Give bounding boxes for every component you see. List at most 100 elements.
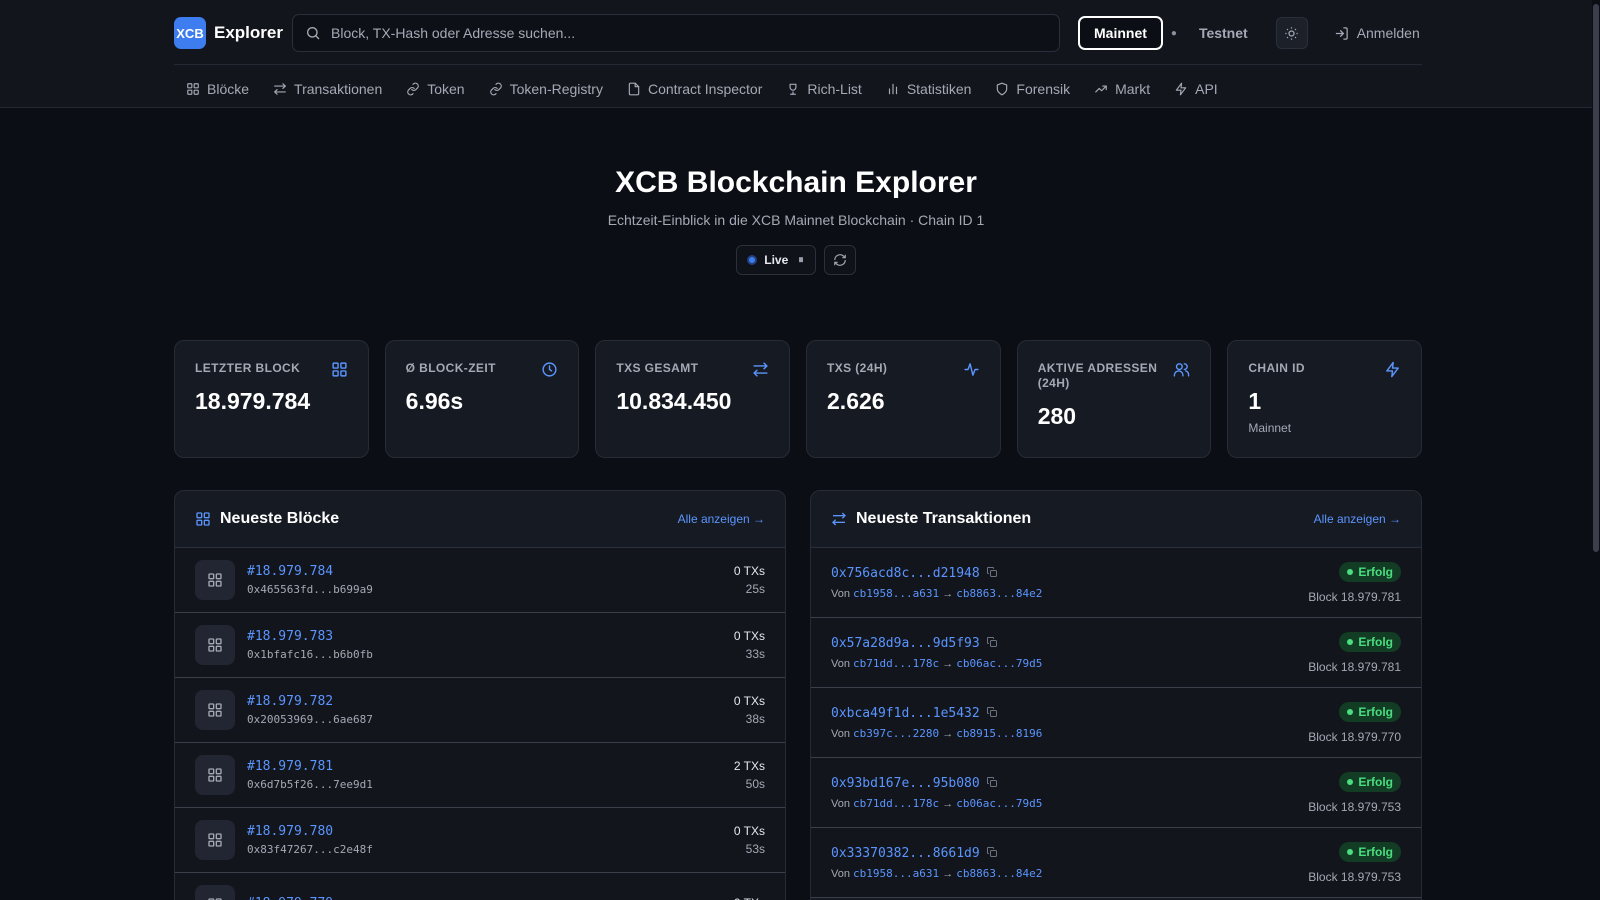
- copy-button[interactable]: [986, 705, 998, 721]
- nav-item-api[interactable]: API: [1162, 74, 1230, 104]
- live-controls: Live ⏸: [0, 245, 1592, 275]
- tx-from-address[interactable]: cb397c...2280: [853, 727, 939, 740]
- block-age: 38s: [745, 712, 765, 726]
- block-row[interactable]: #18.979.781 0x6d7b5f26...7ee9d1 2 TXs 50s: [175, 743, 785, 808]
- tx-hash-link[interactable]: 0x756acd8c...d21948: [831, 566, 980, 581]
- brand-name[interactable]: Explorer: [214, 23, 292, 43]
- blocks-view-all-link[interactable]: Alle anzeigen →: [678, 512, 765, 526]
- nav-item-bl-cke[interactable]: Blöcke: [174, 74, 261, 104]
- live-toggle-button[interactable]: Live ⏸: [736, 245, 816, 275]
- block-number-link[interactable]: #18.979.782: [247, 694, 373, 709]
- block-number-link[interactable]: #18.979.779: [247, 896, 333, 900]
- nav-item-rich-list[interactable]: Rich-List: [774, 74, 873, 104]
- stat-label: Letzter Block: [195, 361, 301, 375]
- block-meta: 0 TXs 53s: [734, 824, 765, 856]
- login-label: Anmelden: [1356, 25, 1420, 41]
- from-label: Von: [831, 728, 850, 740]
- login-button[interactable]: Anmelden: [1334, 25, 1420, 41]
- tx-row[interactable]: 0x756acd8c...d21948 Von cb1958...a631 → c…: [811, 548, 1421, 618]
- block-number-link[interactable]: #18.979.780: [247, 824, 373, 839]
- tx-row[interactable]: 0x93bd167e...95b080 Von cb71dd...178c → c…: [811, 758, 1421, 828]
- tx-from-address[interactable]: cb1958...a631: [853, 587, 939, 600]
- block-age: 33s: [745, 647, 765, 661]
- search-input[interactable]: [331, 25, 1031, 41]
- tx-block-ref: Block 18.979.781: [1308, 659, 1401, 674]
- search-box[interactable]: [292, 14, 1060, 52]
- block-icon-wrap: [195, 820, 235, 860]
- stat-icon-wrap: [331, 361, 348, 381]
- tx-view-all-link[interactable]: Alle anzeigen →: [1314, 512, 1401, 526]
- blocks-icon: [208, 573, 222, 587]
- block-tx-count: 0 TXs: [733, 564, 765, 578]
- status-label: Erfolg: [1358, 844, 1393, 859]
- block-row[interactable]: #18.979.779 0 TXs: [175, 873, 785, 900]
- tx-to-address[interactable]: cb8863...84e2: [956, 867, 1042, 880]
- nav-item-statistiken[interactable]: Statistiken: [874, 74, 984, 104]
- refresh-button[interactable]: [823, 245, 856, 275]
- stat-value: 2.626: [827, 388, 885, 414]
- tx-row[interactable]: 0xbca49f1d...1e5432 Von cb397c...2280 → c…: [811, 688, 1421, 758]
- tx-to-address[interactable]: cb8915...8196: [956, 727, 1042, 740]
- mainnet-button[interactable]: Mainnet: [1078, 16, 1163, 50]
- block-number-link[interactable]: #18.979.781: [247, 759, 373, 774]
- stat-card: Ø Block-Zeit 6.96s: [384, 340, 580, 458]
- nav-item-token[interactable]: Token: [394, 74, 476, 104]
- nav-item-forensik[interactable]: Forensik: [983, 74, 1082, 104]
- copy-button[interactable]: [986, 775, 998, 791]
- tx-row[interactable]: 0x57a28d9a...9d5f93 Von cb71dd...178c → c…: [811, 618, 1421, 688]
- nav-item-contract-inspector[interactable]: Contract Inspector: [615, 74, 774, 104]
- tx-arrow: →: [942, 588, 954, 600]
- bolt-icon: [1175, 82, 1187, 96]
- tx-hash-link[interactable]: 0x93bd167e...95b080: [831, 776, 980, 791]
- tx-arrow: →: [942, 728, 954, 740]
- bar-chart-icon: [888, 83, 897, 95]
- block-meta: 2 TXs 50s: [734, 759, 765, 791]
- latest-transactions-panel: Neueste Transaktionen Alle anzeigen → 0x…: [810, 490, 1422, 900]
- copy-button[interactable]: [986, 845, 998, 861]
- tx-hash-line: 0x57a28d9a...9d5f93: [831, 635, 1308, 651]
- tx-to-address[interactable]: cb06ac...79d5: [956, 657, 1042, 670]
- status-label: Erfolg: [1358, 704, 1393, 719]
- copy-button[interactable]: [986, 635, 998, 651]
- tx-hash-line: 0x93bd167e...95b080: [831, 775, 1308, 791]
- block-tx-count: 0 TXs: [734, 896, 765, 900]
- nav-item-token-registry[interactable]: Token-Registry: [477, 74, 615, 104]
- nav-item-markt[interactable]: Markt: [1082, 74, 1162, 104]
- copy-button[interactable]: [986, 565, 998, 581]
- stat-card: Chain ID 1 Mainnet: [1227, 340, 1423, 458]
- block-row[interactable]: #18.979.782 0x20053969...6ae687 0 TXs 38s: [175, 678, 785, 743]
- tx-hash-link[interactable]: 0x57a28d9a...9d5f93: [831, 636, 980, 651]
- block-row[interactable]: #18.979.784 0x465563fd...b699a9 0 TXs 25s: [175, 548, 785, 613]
- tx-row[interactable]: 0x33370382...8661d9 Von cb1958...a631 → c…: [811, 828, 1421, 898]
- header-divider: [174, 64, 1422, 65]
- block-age: 25s: [745, 582, 765, 596]
- status-dot-icon: [1347, 638, 1354, 645]
- scrollbar-thumb[interactable]: [1593, 4, 1599, 552]
- tx-to-address[interactable]: cb8863...84e2: [956, 587, 1042, 600]
- tx-panel-header: Neueste Transaktionen Alle anzeigen →: [811, 491, 1421, 548]
- tx-from-address[interactable]: cb71dd...178c: [853, 797, 939, 810]
- theme-toggle-button[interactable]: [1275, 17, 1308, 49]
- bolt-icon: [1386, 361, 1399, 378]
- arrows-icon: [832, 512, 846, 526]
- block-info: #18.979.784 0x465563fd...b699a9: [247, 564, 373, 596]
- blocks-panel-header: Neueste Blöcke Alle anzeigen →: [175, 491, 785, 548]
- block-row[interactable]: #18.979.783 0x1bfafc16...b6b0fb 0 TXs 33s: [175, 613, 785, 678]
- logo[interactable]: XCB: [174, 17, 206, 49]
- nav-item-transaktionen[interactable]: Transaktionen: [261, 74, 394, 104]
- block-number-link[interactable]: #18.979.784: [247, 564, 373, 579]
- tx-hash-link[interactable]: 0x33370382...8661d9: [831, 846, 980, 861]
- tx-from-address[interactable]: cb71dd...178c: [853, 657, 939, 670]
- trend-icon: [1095, 85, 1107, 93]
- block-number-link[interactable]: #18.979.783: [247, 629, 373, 644]
- block-row[interactable]: #18.979.780 0x83f47267...c2e48f 0 TXs 53s: [175, 808, 785, 873]
- testnet-button[interactable]: Testnet: [1185, 25, 1262, 41]
- tx-from-address[interactable]: cb1958...a631: [853, 867, 939, 880]
- tx-hash-link[interactable]: 0xbca49f1d...1e5432: [831, 706, 980, 721]
- nav-item-label: Blöcke: [207, 81, 250, 97]
- tx-route: Von cb397c...2280 → cb8915...8196: [831, 727, 1308, 740]
- nav-item-label: Contract Inspector: [647, 81, 763, 97]
- tx-to-address[interactable]: cb06ac...79d5: [956, 797, 1042, 810]
- page-scrollbar[interactable]: [1592, 0, 1600, 900]
- blocks-icon: [208, 833, 222, 847]
